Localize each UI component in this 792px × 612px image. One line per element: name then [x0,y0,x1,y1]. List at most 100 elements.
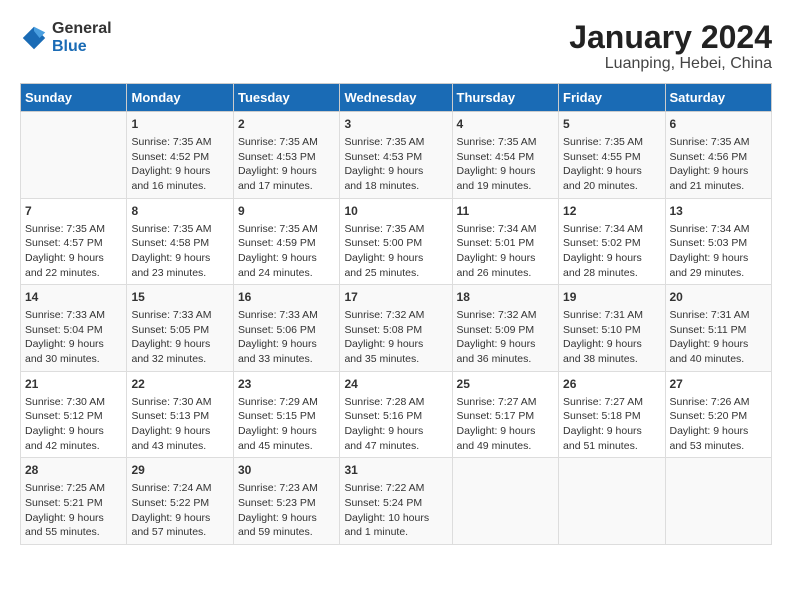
calendar-cell: 22Sunrise: 7:30 AMSunset: 5:13 PMDayligh… [127,371,233,458]
calendar-cell: 27Sunrise: 7:26 AMSunset: 5:20 PMDayligh… [665,371,772,458]
day-number: 18 [457,289,554,306]
cell-info-line: and 1 minute. [344,525,447,540]
day-of-week-header: Sunday [21,84,127,112]
cell-info-line: Daylight: 9 hours [344,337,447,352]
calendar-cell: 16Sunrise: 7:33 AMSunset: 5:06 PMDayligh… [233,285,339,372]
cell-info-line: Daylight: 9 hours [563,424,660,439]
cell-info-line: Sunset: 5:05 PM [131,323,228,338]
cell-info-line: Sunset: 4:52 PM [131,150,228,165]
cell-info-line: Sunrise: 7:35 AM [238,222,335,237]
day-number: 11 [457,203,554,220]
cell-info-line: Sunset: 5:24 PM [344,496,447,511]
cell-info-line: and 22 minutes. [25,266,122,281]
day-number: 28 [25,462,122,479]
logo-text: General Blue [52,20,112,56]
cell-info-line: Sunrise: 7:23 AM [238,481,335,496]
calendar-cell: 20Sunrise: 7:31 AMSunset: 5:11 PMDayligh… [665,285,772,372]
cell-info-line: Sunset: 5:16 PM [344,409,447,424]
day-of-week-header: Wednesday [340,84,452,112]
cell-info-line: and 47 minutes. [344,439,447,454]
day-of-week-header: Tuesday [233,84,339,112]
cell-info-line: Sunrise: 7:32 AM [344,308,447,323]
day-number: 14 [25,289,122,306]
cell-info-line: and 32 minutes. [131,352,228,367]
day-number: 17 [344,289,447,306]
title-block: January 2024 Luanping, Hebei, China [569,20,772,73]
calendar-cell: 1Sunrise: 7:35 AMSunset: 4:52 PMDaylight… [127,112,233,199]
day-number: 5 [563,116,660,133]
cell-info-line: Sunrise: 7:35 AM [344,135,447,150]
cell-info-line: Daylight: 9 hours [457,164,554,179]
cell-info-line: and 40 minutes. [670,352,768,367]
logo-icon [20,24,48,52]
cell-info-line: and 53 minutes. [670,439,768,454]
cell-info-line: Sunset: 5:17 PM [457,409,554,424]
cell-info-line: Sunrise: 7:24 AM [131,481,228,496]
cell-info-line: Daylight: 9 hours [563,337,660,352]
day-number: 16 [238,289,335,306]
day-number: 30 [238,462,335,479]
cell-info-line: and 24 minutes. [238,266,335,281]
day-of-week-header: Friday [559,84,665,112]
cell-info-line: Daylight: 9 hours [563,164,660,179]
calendar-week-row: 1Sunrise: 7:35 AMSunset: 4:52 PMDaylight… [21,112,772,199]
cell-info-line: Sunrise: 7:33 AM [25,308,122,323]
calendar-cell: 7Sunrise: 7:35 AMSunset: 4:57 PMDaylight… [21,198,127,285]
cell-info-line: Sunrise: 7:28 AM [344,395,447,410]
cell-info-line: Sunrise: 7:35 AM [457,135,554,150]
location-subtitle: Luanping, Hebei, China [569,55,772,73]
cell-info-line: Sunrise: 7:33 AM [238,308,335,323]
cell-info-line: Sunrise: 7:34 AM [457,222,554,237]
day-number: 2 [238,116,335,133]
cell-info-line: Daylight: 9 hours [670,251,768,266]
cell-info-line: Sunset: 5:22 PM [131,496,228,511]
calendar-cell: 5 Sunrise: 7:35 AMSunset: 4:55 PMDaylight… [559,112,665,199]
page-header: General Blue January 2024 Luanping, Hebe… [20,20,772,73]
cell-info-line: and 20 minutes. [563,179,660,194]
cell-info-line: Sunset: 4:58 PM [131,236,228,251]
cell-info-line: Sunrise: 7:34 AM [670,222,768,237]
cell-info-line: Daylight: 9 hours [238,424,335,439]
cell-info-line: and 57 minutes. [131,525,228,540]
cell-info-line: Daylight: 9 hours [344,251,447,266]
day-number: 22 [131,376,228,393]
cell-info-line: Daylight: 9 hours [457,251,554,266]
calendar-cell [452,458,558,545]
cell-info-line: Sunset: 5:12 PM [25,409,122,424]
cell-info-line: and 59 minutes. [238,525,335,540]
cell-info-line: Sunrise: 7:26 AM [670,395,768,410]
cell-info-line: Sunrise: 7:35 AM [25,222,122,237]
cell-info-line: Sunrise: 7:22 AM [344,481,447,496]
cell-info-line: and 25 minutes. [344,266,447,281]
calendar-cell: 13Sunrise: 7:34 AMSunset: 5:03 PMDayligh… [665,198,772,285]
cell-info-line: Sunset: 5:11 PM [670,323,768,338]
calendar-cell: 31Sunrise: 7:22 AMSunset: 5:24 PMDayligh… [340,458,452,545]
cell-info-line: Sunrise: 7:33 AM [131,308,228,323]
cell-info-line: Sunrise: 7:35 AM [563,135,660,150]
cell-info-line: Daylight: 9 hours [344,424,447,439]
calendar-cell: 12Sunrise: 7:34 AMSunset: 5:02 PMDayligh… [559,198,665,285]
cell-info-line: Daylight: 9 hours [131,251,228,266]
cell-info-line: and 19 minutes. [457,179,554,194]
calendar-cell: 30Sunrise: 7:23 AMSunset: 5:23 PMDayligh… [233,458,339,545]
calendar-cell: 3Sunrise: 7:35 AMSunset: 4:53 PMDaylight… [340,112,452,199]
cell-info-line: Daylight: 9 hours [25,251,122,266]
month-year-title: January 2024 [569,20,772,55]
cell-info-line: Sunset: 4:55 PM [563,150,660,165]
cell-info-line: Sunset: 5:02 PM [563,236,660,251]
cell-info-line: Sunset: 4:53 PM [344,150,447,165]
cell-info-line: Sunrise: 7:35 AM [131,222,228,237]
calendar-cell: 10Sunrise: 7:35 AMSunset: 5:00 PMDayligh… [340,198,452,285]
cell-info-line: Daylight: 9 hours [563,251,660,266]
logo: General Blue [20,20,112,56]
cell-info-line: Sunset: 5:15 PM [238,409,335,424]
calendar-cell: 23Sunrise: 7:29 AMSunset: 5:15 PMDayligh… [233,371,339,458]
cell-info-line: Daylight: 9 hours [670,337,768,352]
calendar-cell [559,458,665,545]
cell-info-line: Daylight: 9 hours [131,511,228,526]
cell-info-line: Daylight: 9 hours [238,164,335,179]
calendar-cell: 14Sunrise: 7:33 AMSunset: 5:04 PMDayligh… [21,285,127,372]
cell-info-line: Sunset: 4:53 PM [238,150,335,165]
cell-info-line: Daylight: 9 hours [238,337,335,352]
cell-info-line: Sunset: 5:18 PM [563,409,660,424]
